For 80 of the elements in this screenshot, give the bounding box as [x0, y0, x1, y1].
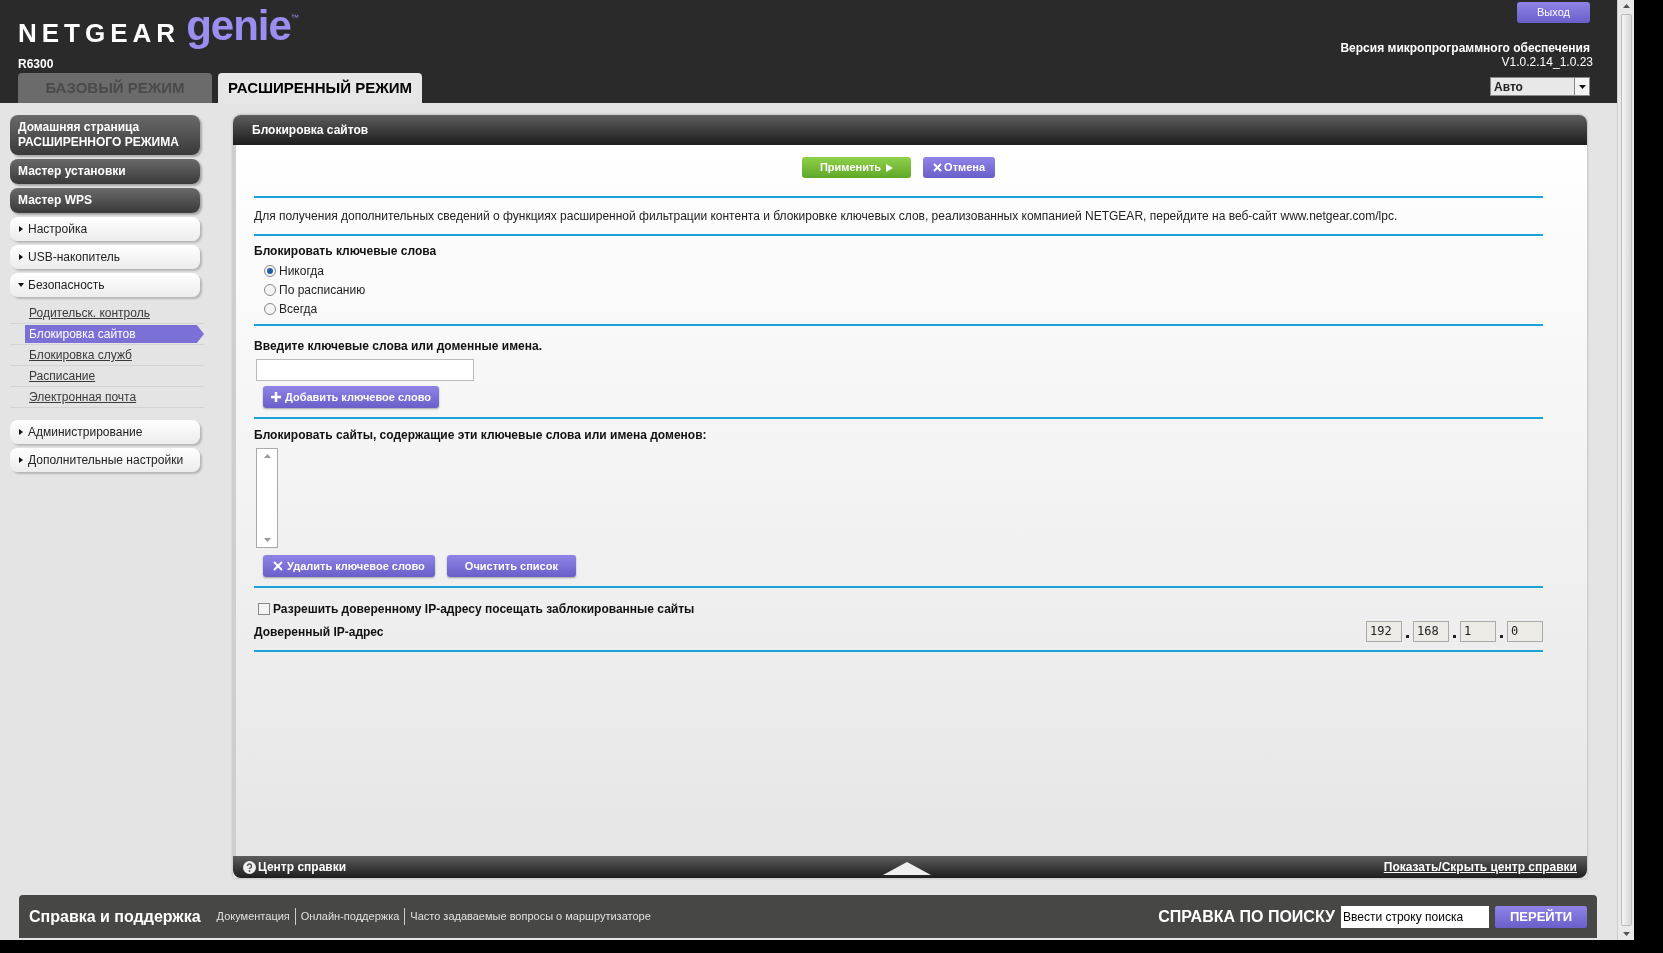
language-select[interactable]: Авто: [1490, 77, 1590, 96]
block-keywords-label: Блокировать ключевые слова: [254, 243, 438, 260]
sidebar-section-label: Настройка: [28, 221, 88, 238]
sidebar-link[interactable]: Блокировка служб: [29, 346, 132, 364]
trusted-ip-label: Доверенный IP-адрес: [254, 623, 384, 641]
sidebar-section-label: Безопасность: [28, 277, 105, 294]
caret-right-icon: [18, 226, 24, 232]
help-icon: [243, 860, 256, 874]
sidebar-section[interactable]: Безопасность: [10, 273, 200, 297]
plus-icon: [271, 392, 281, 402]
scroll-down-icon: [1622, 932, 1630, 936]
radio-button[interactable]: [264, 264, 276, 277]
blocked-sites-label: Блокировать сайты, содержащие эти ключевые слова или имена доменов:: [254, 427, 708, 444]
search-help-label: СПРАВКА ПО ПОИСКУ: [1158, 906, 1335, 927]
checkbox-label: Разрешить доверенному IP-адресу посещать заблокированные сайты: [273, 601, 695, 618]
radio-label: Никогда: [279, 262, 324, 280]
close-icon: [933, 163, 943, 172]
play-icon: [886, 163, 894, 172]
ip-octet-field[interactable]: 1: [1460, 621, 1496, 642]
trademark-mark: ™: [290, 13, 299, 22]
model-name: R6300: [18, 56, 55, 73]
help-center-title: Центр справки: [258, 859, 347, 876]
sidebar-section[interactable]: Дополнительные настройки: [10, 448, 200, 472]
sidebar-link[interactable]: Родительск. контроль: [29, 304, 150, 322]
keyword-entry-label: Введите ключевые слова или доменные имена.: [254, 338, 543, 355]
ip-octet-field[interactable]: 0: [1507, 621, 1543, 642]
sidebar-link[interactable]: Расписание: [29, 367, 96, 385]
add-keyword-button[interactable]: Добавить ключевое слово: [263, 386, 439, 408]
sidebar-section[interactable]: Администрирование: [10, 420, 200, 444]
checkbox[interactable]: [258, 603, 270, 615]
page-scrollbar[interactable]: [1617, 0, 1634, 940]
sidebar-section[interactable]: USB-накопитель: [10, 245, 200, 269]
sidebar-item[interactable]: Мастер WPS: [10, 188, 200, 213]
dropdown-caret-icon: [1578, 84, 1586, 89]
radio-label: По расписанию: [279, 281, 366, 299]
sidebar-link[interactable]: Электронная почта: [29, 388, 137, 406]
expand-arrow-icon: [883, 862, 931, 875]
firmware-label: Версия микропрограммного обеспечения: [1340, 41, 1590, 55]
sidebar-section[interactable]: Настройка: [10, 217, 200, 241]
sidebar-item[interactable]: Мастер установки: [10, 159, 200, 184]
footer-link[interactable]: Часто задаваемые вопросы о маршрутизаторе: [404, 908, 656, 925]
scroll-down-icon: [263, 538, 271, 542]
search-field[interactable]: Ввести строку поиска: [1341, 905, 1489, 928]
sidebar-item[interactable]: Домашняя страница РАСШИРЕННОГО РЕЖИМА: [10, 115, 200, 155]
keyword-list[interactable]: [256, 448, 278, 548]
ip-dot-separator: [1500, 635, 1503, 638]
toggle-help-link[interactable]: Показать/Скрыть центр справки: [1383, 858, 1577, 876]
scroll-up-icon: [263, 454, 271, 458]
clear-list-button[interactable]: Очистить список: [446, 555, 576, 577]
sidebar-section-label: USB-накопитель: [28, 249, 121, 266]
info-text: Для получения дополнительных сведений о функциях расширенной фильтрации контента и блокировке ключевых слов, реализованных компанией NETGEAR, перейдите на веб-сайт www.netgear.com/lpc.: [254, 208, 1399, 225]
caret-right-icon: [18, 254, 24, 260]
sidebar-section-label: Администрирование: [28, 424, 143, 441]
delete-keyword-button[interactable]: Удалить ключевое слово: [263, 555, 435, 577]
radio-button[interactable]: [264, 302, 276, 315]
logout-button[interactable]: Выход: [1517, 2, 1590, 23]
ip-octet-field[interactable]: 168: [1413, 621, 1449, 642]
cancel-button[interactable]: Отмена: [923, 157, 996, 178]
ip-dot-separator: [1406, 635, 1409, 638]
radio-label: Всегда: [279, 300, 318, 318]
caret-right-icon: [18, 429, 24, 435]
keyword-input-field[interactable]: [256, 359, 474, 381]
footer-link[interactable]: Онлайн-поддержка: [294, 908, 405, 925]
go-button[interactable]: ПЕРЕЙТИ: [1495, 905, 1587, 928]
footer-link[interactable]: Документация: [211, 908, 295, 925]
firmware-version: V1.0.2.14_1.0.23: [1501, 55, 1593, 69]
sidebar-link[interactable]: Блокировка сайтов: [25, 325, 204, 343]
caret-right-icon: [18, 457, 24, 463]
sidebar-section-label: Дополнительные настройки: [28, 452, 184, 469]
radio-button[interactable]: [264, 283, 276, 296]
product-name: genie: [186, 4, 291, 48]
mode-tab[interactable]: РАСШИРЕННЫЙ РЕЖИМ: [218, 73, 422, 103]
ip-octet-field[interactable]: 192: [1366, 621, 1402, 642]
footer-title: Справка и поддержка: [29, 906, 201, 927]
ip-dot-separator: [1453, 635, 1456, 638]
scroll-up-icon: [1622, 4, 1630, 8]
caret-down-icon: [18, 282, 24, 288]
close-icon: [273, 561, 283, 571]
brand-name: NETGEAR: [18, 17, 181, 50]
panel-title: Блокировка сайтов: [252, 122, 369, 139]
